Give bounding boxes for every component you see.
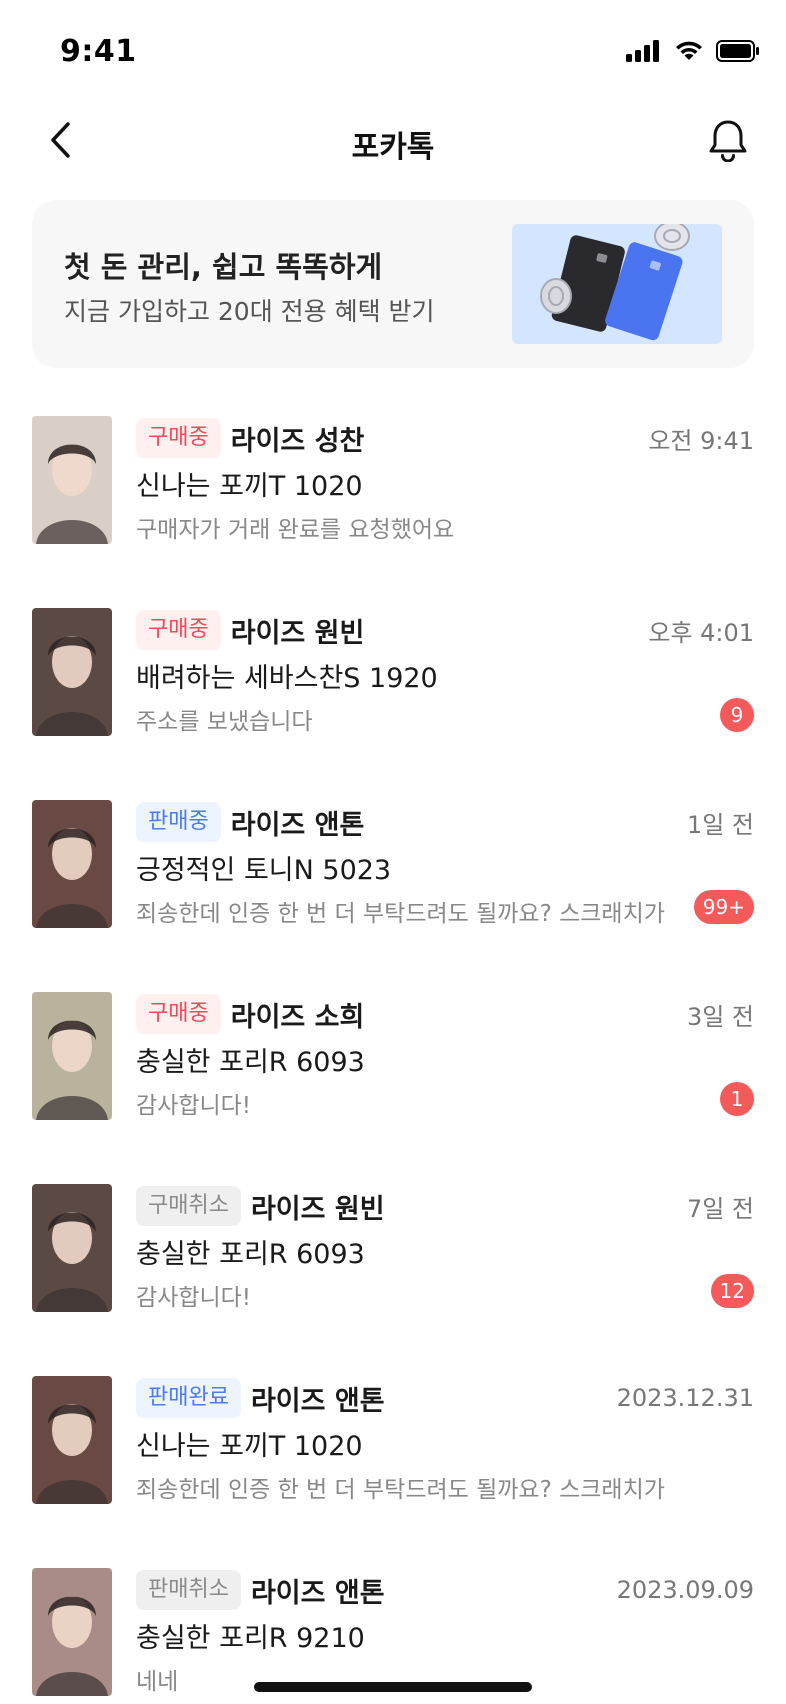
- chat-list-item[interactable]: 판매중 라이즈 앤톤 1일 전 긍정적인 토니N 5023 죄송한데 인증 한 …: [0, 776, 786, 968]
- notification-button[interactable]: [702, 114, 754, 166]
- last-message: 죄송한데 인증 한 번 더 부탁드려도 될까요? 스크래치가: [136, 1477, 665, 1503]
- unread-count-badge: 1: [720, 1082, 754, 1116]
- photocard-thumbnail: [32, 416, 112, 544]
- timestamp: 오전 9:41: [648, 426, 754, 455]
- status-badge: 구매중: [136, 418, 221, 458]
- chat-list-item[interactable]: 구매중 라이즈 소희 3일 전 충실한 포리R 6093 감사합니다! 1: [0, 968, 786, 1160]
- partner-name: 라이즈 성찬: [230, 425, 365, 457]
- last-message: 감사합니다!: [136, 1093, 252, 1119]
- partner-name: 라이즈 앤톤: [250, 1385, 385, 1417]
- status-badge: 판매중: [136, 802, 221, 842]
- nav-bar: 포카톡: [0, 100, 786, 182]
- timestamp: 오후 4:01: [648, 618, 754, 647]
- last-message: 주소를 보냈습니다: [136, 709, 313, 735]
- status-badge: 판매완료: [136, 1378, 241, 1418]
- unread-count-badge: 99+: [693, 890, 754, 924]
- battery-icon: [716, 40, 759, 62]
- product-name: 긍정적인 토니N 5023: [136, 855, 392, 886]
- photocard-thumbnail: [32, 992, 112, 1120]
- promo-banner[interactable]: 첫 돈 관리, 쉽고 똑똑하게 지금 가입하고 20대 전용 혜택 받기: [32, 200, 754, 368]
- status-badge: 판매취소: [136, 1570, 241, 1610]
- banner-subtitle: 지금 가입하고 20대 전용 혜택 받기: [64, 297, 435, 326]
- page-title: 포카톡: [351, 130, 435, 165]
- product-name: 배려하는 세바스찬S 1920: [136, 663, 438, 694]
- banner-title: 첫 돈 관리, 쉽고 똑똑하게: [64, 250, 383, 284]
- timestamp: 2023.09.09: [616, 1576, 754, 1604]
- chat-list-item[interactable]: 구매중 라이즈 원빈 오후 4:01 배려하는 세바스찬S 1920 주소를 보…: [0, 584, 786, 776]
- timestamp: 1일 전: [686, 810, 754, 839]
- wifi-icon: [676, 41, 702, 60]
- product-name: 충실한 포리R 9210: [136, 1623, 365, 1654]
- product-name: 신나는 포끼T 1020: [136, 471, 363, 502]
- timestamp: 7일 전: [686, 1194, 754, 1223]
- timestamp: 3일 전: [686, 1002, 754, 1031]
- status-bar: 9:41: [0, 0, 786, 100]
- photocard-thumbnail: [32, 1376, 112, 1504]
- partner-name: 라이즈 원빈: [250, 1193, 385, 1225]
- chat-list: 구매중 라이즈 성찬 오전 9:41 신나는 포끼T 1020 구매자가 거래 …: [0, 392, 786, 1704]
- partner-name: 라이즈 원빈: [230, 617, 365, 649]
- photocard-thumbnail: [32, 1568, 112, 1696]
- product-name: 충실한 포리R 6093: [136, 1047, 365, 1078]
- product-name: 신나는 포끼T 1020: [136, 1431, 363, 1462]
- status-time: 9:41: [60, 34, 137, 69]
- home-indicator: [254, 1682, 532, 1692]
- chat-list-item[interactable]: 구매중 라이즈 성찬 오전 9:41 신나는 포끼T 1020 구매자가 거래 …: [0, 392, 786, 584]
- status-badge: 구매중: [136, 610, 221, 650]
- chat-list-item[interactable]: 판매완료 라이즈 앤톤 2023.12.31 신나는 포끼T 1020 죄송한데…: [0, 1352, 786, 1544]
- partner-name: 라이즈 앤톤: [250, 1577, 385, 1609]
- chat-list-item[interactable]: 판매취소 라이즈 앤톤 2023.09.09 충실한 포리R 9210 네네: [0, 1544, 786, 1704]
- signal-icon: [626, 40, 659, 62]
- last-message: 구매자가 거래 완료를 요청했어요: [136, 517, 455, 543]
- last-message: 죄송한데 인증 한 번 더 부탁드려도 될까요? 스크래치가: [136, 901, 665, 927]
- status-icons: [626, 40, 760, 62]
- card-illustration: [512, 224, 722, 344]
- photocard-thumbnail: [32, 1184, 112, 1312]
- last-message: 감사합니다!: [136, 1285, 252, 1311]
- partner-name: 라이즈 앤톤: [230, 809, 365, 841]
- photocard-thumbnail: [32, 800, 112, 928]
- bell-icon: [709, 120, 747, 162]
- unread-count-badge: 9: [720, 698, 754, 732]
- status-badge: 구매취소: [136, 1186, 241, 1226]
- partner-name: 라이즈 소희: [230, 1001, 365, 1033]
- timestamp: 2023.12.31: [616, 1384, 754, 1412]
- chat-list-item[interactable]: 구매취소 라이즈 원빈 7일 전 충실한 포리R 6093 감사합니다! 12: [0, 1160, 786, 1352]
- unread-count-badge: 12: [710, 1274, 754, 1308]
- product-name: 충실한 포리R 6093: [136, 1239, 365, 1270]
- photocard-thumbnail: [32, 608, 112, 736]
- status-badge: 구매중: [136, 994, 221, 1034]
